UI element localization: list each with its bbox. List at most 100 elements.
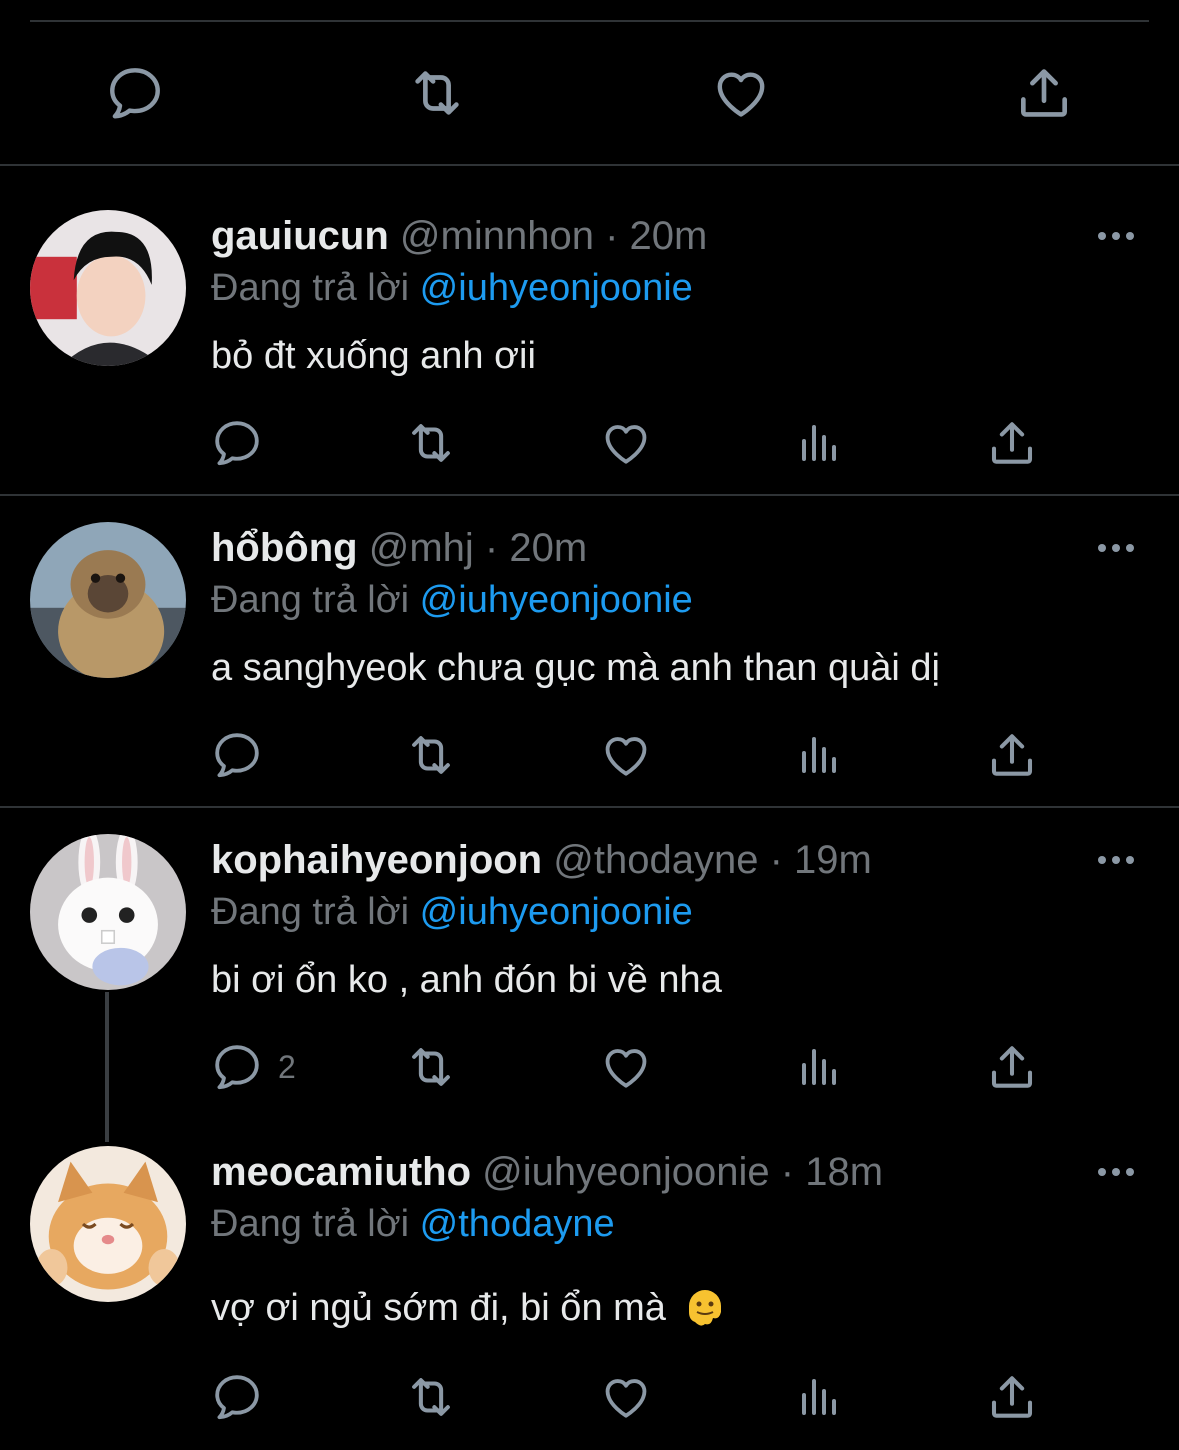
tweet-text: vợ ơi ngủ sớm đi, bi ổn mà xyxy=(211,1287,666,1329)
like-button[interactable] xyxy=(598,728,654,782)
handle[interactable]: @minnhon xyxy=(400,214,594,258)
share-icon xyxy=(984,1370,1040,1424)
avatar-image xyxy=(30,834,186,990)
melting-face-emoji-icon xyxy=(688,1290,721,1326)
display-name[interactable]: hổbông xyxy=(211,526,358,570)
comment-icon xyxy=(210,1040,264,1094)
tweet-text: a sanghyeok chưa gục mà anh than quài dị xyxy=(211,647,940,689)
tweet-header: kophaihyeonjoon @thodayne · 19m xyxy=(211,836,872,884)
views-icon xyxy=(794,1370,842,1424)
reply-tweet[interactable]: kophaihyeonjoon @thodayne · 19m Đang trả… xyxy=(0,808,1179,1120)
retweet-button[interactable] xyxy=(400,1040,462,1094)
tweet-action-bar xyxy=(0,728,1179,788)
retweet-icon xyxy=(402,62,472,124)
more-options-icon[interactable] xyxy=(1096,226,1136,246)
share-icon xyxy=(984,416,1040,470)
timestamp[interactable]: 19m xyxy=(794,838,872,882)
avatar[interactable] xyxy=(30,210,186,366)
more-options-icon[interactable] xyxy=(1096,538,1136,558)
like-icon xyxy=(598,416,654,470)
reply-mention[interactable]: @iuhyeonjoonie xyxy=(420,267,693,309)
replying-label: Đang trả lời xyxy=(211,579,410,621)
views-button[interactable] xyxy=(794,1370,842,1424)
avatar-image xyxy=(30,210,186,366)
avatar[interactable] xyxy=(30,522,186,678)
timestamp[interactable]: 20m xyxy=(630,214,708,258)
comment-icon xyxy=(210,416,264,470)
avatar-image xyxy=(30,522,186,678)
comment-icon xyxy=(104,62,166,124)
like-icon xyxy=(598,728,654,782)
avatar-image xyxy=(30,1146,186,1302)
reply-mention[interactable]: @iuhyeonjoonie xyxy=(420,579,693,621)
reply-tweet[interactable]: hổbông @mhj · 20m Đang trả lời @iuhyeonj… xyxy=(0,496,1179,806)
reply-button[interactable] xyxy=(210,416,264,470)
like-icon xyxy=(598,1040,654,1094)
replying-label: Đang trả lời xyxy=(211,267,410,309)
replying-label: Đang trả lời xyxy=(211,1203,410,1245)
tweet-action-bar xyxy=(0,416,1179,476)
share-icon xyxy=(984,728,1040,782)
timestamp[interactable]: 20m xyxy=(509,526,587,570)
reply-button[interactable] xyxy=(104,62,166,124)
retweet-button[interactable] xyxy=(400,416,462,470)
tweet-text: bi ơi ổn ko , anh đón bi về nha xyxy=(211,959,722,1001)
timestamp[interactable]: 18m xyxy=(805,1150,883,1194)
share-button[interactable] xyxy=(984,1370,1040,1424)
avatar[interactable] xyxy=(30,834,186,990)
retweet-button[interactable] xyxy=(402,62,472,124)
tweet-action-bar: 2 xyxy=(0,1040,1179,1100)
more-options-icon[interactable] xyxy=(1096,1162,1136,1182)
display-name[interactable]: gauiucun xyxy=(211,214,389,258)
views-button[interactable] xyxy=(794,416,842,470)
replying-to: Đang trả lời @thodayne xyxy=(211,1200,615,1248)
more-options-icon[interactable] xyxy=(1096,850,1136,870)
retweet-button[interactable] xyxy=(400,1370,462,1424)
reply-button[interactable] xyxy=(210,1370,264,1424)
separator: · xyxy=(593,214,630,258)
share-button[interactable] xyxy=(984,416,1040,470)
views-icon xyxy=(794,1040,842,1094)
tweet-header: hổbông @mhj · 20m xyxy=(211,524,587,572)
retweet-icon xyxy=(400,728,462,782)
avatar[interactable] xyxy=(30,1146,186,1302)
share-icon xyxy=(1012,62,1076,124)
views-icon xyxy=(794,416,842,470)
comment-icon xyxy=(210,1370,264,1424)
like-button[interactable] xyxy=(598,1040,654,1094)
retweet-icon xyxy=(400,416,462,470)
display-name[interactable]: kophaihyeonjoon xyxy=(211,838,542,882)
tweet-text: bỏ đt xuống anh ơii xyxy=(211,335,536,377)
reply-button[interactable] xyxy=(210,728,264,782)
like-button[interactable] xyxy=(598,416,654,470)
retweet-button[interactable] xyxy=(400,728,462,782)
handle[interactable]: @iuhyeonjoonie xyxy=(482,1150,769,1194)
tweet-header: meocamiutho @iuhyeonjoonie · 18m xyxy=(211,1148,883,1196)
comment-icon xyxy=(210,728,264,782)
reply-mention[interactable]: @iuhyeonjoonie xyxy=(420,891,693,933)
views-icon xyxy=(794,728,842,782)
reply-button[interactable]: 2 xyxy=(210,1040,296,1094)
like-button[interactable] xyxy=(708,62,774,124)
replying-to: Đang trả lời @iuhyeonjoonie xyxy=(211,576,693,624)
main-tweet-action-bar xyxy=(0,56,1179,132)
views-button[interactable] xyxy=(794,728,842,782)
handle[interactable]: @mhj xyxy=(369,526,474,570)
reply-tweet[interactable]: gauiucun @minnhon · 20m Đang trả lời @iu… xyxy=(0,166,1179,494)
display-name[interactable]: meocamiutho xyxy=(211,1150,471,1194)
like-icon xyxy=(598,1370,654,1424)
retweet-icon xyxy=(400,1040,462,1094)
views-button[interactable] xyxy=(794,1040,842,1094)
reply-tweet[interactable]: meocamiutho @iuhyeonjoonie · 18m Đang tr… xyxy=(0,1120,1179,1450)
reply-mention[interactable]: @thodayne xyxy=(420,1203,615,1245)
reply-count: 2 xyxy=(278,1048,296,1085)
separator: · xyxy=(473,526,510,570)
share-button[interactable] xyxy=(984,1040,1040,1094)
like-icon xyxy=(708,62,774,124)
share-icon xyxy=(984,1040,1040,1094)
tweet-text-row: vợ ơi ngủ sớm đi, bi ổn mà xyxy=(211,1284,727,1332)
share-button[interactable] xyxy=(984,728,1040,782)
like-button[interactable] xyxy=(598,1370,654,1424)
handle[interactable]: @thodayne xyxy=(553,838,758,882)
share-button[interactable] xyxy=(1012,62,1076,124)
